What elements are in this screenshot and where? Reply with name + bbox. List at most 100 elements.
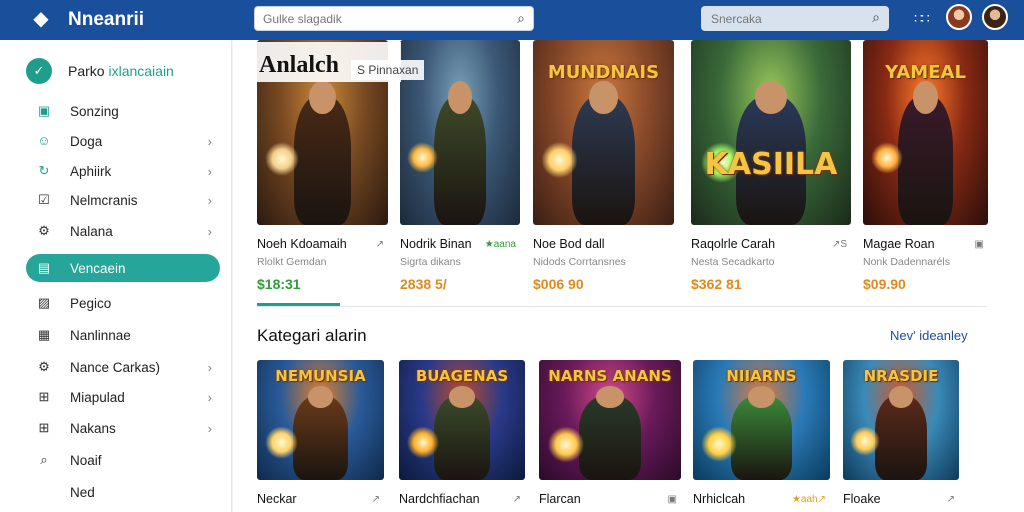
sidebar-item[interactable]: Ned (26, 478, 220, 506)
game-title[interactable]: Magae Roan (863, 237, 935, 251)
sidebar-item[interactable]: ⌕ Noaif (26, 446, 220, 474)
sidebar-item-label: Nelmcranis (70, 192, 138, 208)
category-cover-image[interactable]: NEMUNSIA (257, 360, 384, 480)
sidebar-item-label: Ned (70, 484, 95, 500)
cover-title-art: NIIARNS (726, 367, 797, 386)
game-cover-image[interactable]: MUNDNAIS (533, 40, 674, 225)
game-price: $006 90 (533, 276, 584, 292)
cover-title-art: NRASDIE (863, 367, 939, 386)
character-figure (433, 95, 487, 225)
sidebar-header[interactable]: ✓ Parko ixlancaiain (26, 58, 174, 84)
sidebar-item-label: Nakans (70, 420, 116, 436)
character-figure (293, 95, 352, 225)
game-subtitle: Nidods Corrtansnes (533, 256, 626, 268)
game-cover-image[interactable]: KASIILA (691, 40, 851, 225)
sidebar-item-label: Nance Carkas) (70, 359, 161, 375)
character-figure (434, 396, 490, 480)
character-head (449, 386, 475, 408)
magic-glow (849, 426, 881, 457)
sidebar-item[interactable]: ⚙ Nalana › (26, 217, 220, 245)
magic-glow (870, 141, 903, 175)
sidebar-item[interactable]: ⊞ Miapulad › (26, 383, 220, 411)
character-figure (572, 95, 635, 225)
game-title[interactable]: Nodrik Binan (400, 237, 472, 251)
sidebar-item[interactable]: ▨ Pegico (26, 289, 220, 317)
sidebar-item[interactable]: ▣ Sonzing (26, 97, 220, 125)
divider (257, 306, 987, 307)
sidebar-item[interactable]: ⊞ Nakans › (26, 414, 220, 442)
sidebar-item[interactable]: ▤ Vencaein (26, 254, 220, 282)
search-bar[interactable]: ⌕ (254, 6, 534, 31)
search-icon: ⌕ (40, 452, 48, 467)
avatar[interactable] (946, 4, 972, 30)
avatar[interactable] (982, 4, 1008, 30)
sidebar-item-label: Aphiirk (70, 163, 112, 179)
magic-glow (264, 426, 298, 460)
category-cover-image[interactable]: NRASDIE (843, 360, 959, 480)
card-badge: ↗ (371, 494, 380, 505)
library-icon: ▤ (37, 260, 51, 275)
cover-title-art: BUAGENAS (415, 367, 509, 386)
section-title: Kategari alarin (257, 326, 367, 345)
character-figure (578, 396, 642, 480)
category-title[interactable]: Floake (843, 492, 881, 506)
chevron-right-icon: › (207, 192, 212, 208)
search-icon[interactable]: ⌕ (872, 9, 880, 26)
character-head (755, 80, 787, 114)
character-head (448, 80, 472, 114)
card-badge: ★aah↗ (791, 494, 826, 505)
game-cover-image[interactable]: YAMEAL (863, 40, 988, 225)
gamepad-icon: ⊞ (38, 389, 50, 404)
category-cover-image[interactable]: NIIARNS (693, 360, 830, 480)
view-all-link[interactable]: Nev' ideanley (890, 328, 968, 343)
search-icon[interactable]: ⌕ (517, 10, 525, 27)
app-title[interactable]: Nneanrii (68, 9, 144, 31)
image-icon: ▨ (37, 295, 51, 310)
character-head (307, 386, 334, 408)
cover-title-art: NEMUNSIA (275, 367, 366, 386)
chevron-right-icon: › (207, 133, 212, 149)
sidebar-item-label: Nanlinnae (70, 327, 131, 343)
store-icon: ▣ (37, 103, 51, 118)
cover-title-art: KASIILA (704, 147, 838, 183)
chevron-right-icon: › (207, 359, 212, 375)
category-cover-image[interactable]: BUAGENAS (399, 360, 525, 480)
search-input[interactable] (263, 11, 503, 26)
category-title[interactable]: Nrhiclcah (693, 492, 745, 506)
category-cover-image[interactable]: NARNS ANANS (539, 360, 681, 480)
game-title[interactable]: Noe Bod dall (533, 237, 605, 251)
category-title[interactable]: Nardchfiachan (399, 492, 480, 506)
category-title[interactable]: Flarcan (539, 492, 581, 506)
magic-glow (547, 426, 585, 463)
game-price: $362 81 (691, 276, 742, 292)
chevron-right-icon: › (207, 420, 212, 436)
sidebar-item-label: Doga (70, 133, 103, 149)
card-badge: ▣ (974, 239, 984, 250)
calendar-icon: ▦ (37, 327, 51, 342)
refresh-icon: ↻ (38, 163, 50, 178)
hero-subtitle: S Pinnaxan (351, 60, 425, 80)
game-title[interactable]: Raqolrle Carah (691, 237, 775, 251)
sidebar-item[interactable]: ▦ Nanlinnae (26, 321, 220, 349)
sidebar-item[interactable]: ↻ Aphiirk › (26, 157, 220, 185)
card-badge: ↗ (946, 494, 955, 505)
secondary-search-bar[interactable]: ⌕ (701, 6, 889, 31)
magic-glow (264, 141, 299, 176)
grid-icon: ⊞ (38, 420, 50, 435)
sidebar-item[interactable]: ☑ Nelmcranis › (26, 186, 220, 214)
secondary-search-input[interactable] (711, 11, 861, 26)
hero-title: Anlalch (259, 52, 340, 78)
character-head (889, 386, 913, 408)
sidebar-item-label: Nalana (70, 223, 113, 239)
card-badge: ↗S (831, 239, 847, 250)
sidebar-item[interactable]: ☺ Doga › (26, 127, 220, 155)
apps-grid-icon[interactable]: ∷∷ (914, 10, 932, 28)
category-title[interactable]: Neckar (257, 492, 297, 506)
sidebar-header-accent: ixlancaiain (108, 63, 174, 79)
game-subtitle: Nonk Dadennaréls (863, 256, 950, 268)
game-title[interactable]: Noeh Kdoamaih (257, 237, 347, 251)
game-price: 2838 5/ (400, 276, 447, 292)
sidebar-item[interactable]: ⚙ Nance Carkas) › (26, 353, 220, 381)
diamond-logo-icon[interactable]: ◆ (30, 8, 52, 30)
magic-glow (701, 426, 737, 462)
